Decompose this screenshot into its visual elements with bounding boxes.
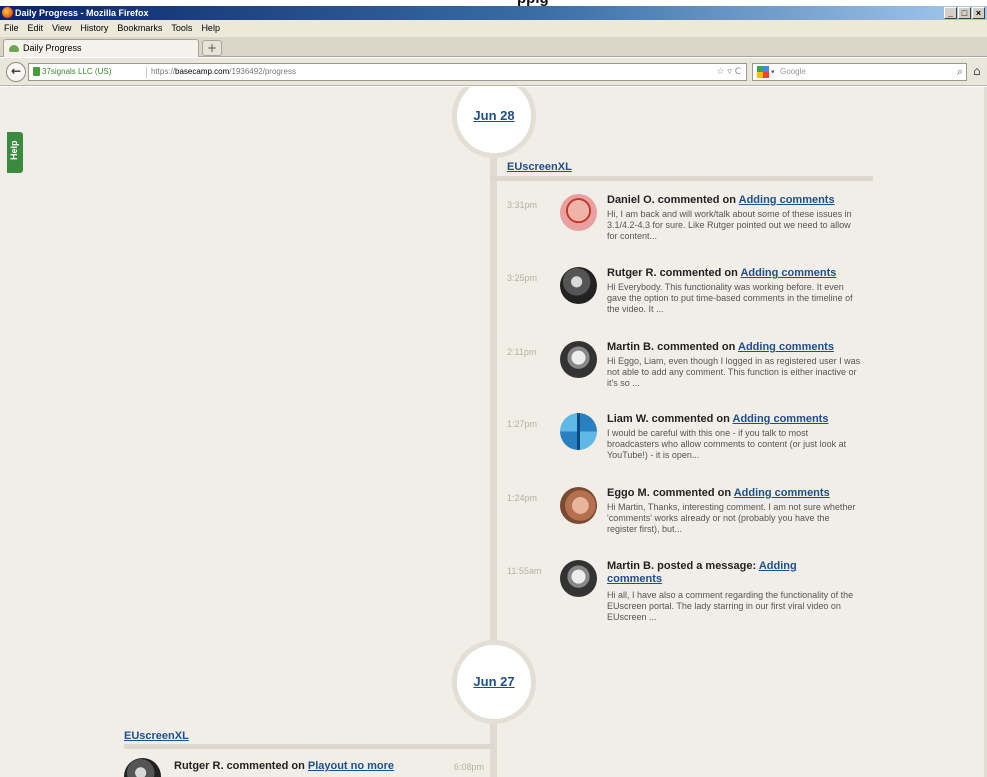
- date-link[interactable]: Jun 28: [473, 108, 514, 123]
- avatar[interactable]: [560, 194, 597, 231]
- minimize-button[interactable]: _: [944, 7, 957, 19]
- back-button[interactable]: ←: [6, 62, 26, 82]
- menu-history[interactable]: History: [80, 20, 108, 37]
- entry-headline: Daniel O. commented on Adding comments: [607, 194, 867, 207]
- entry-target-link[interactable]: Adding comments: [733, 413, 829, 425]
- menu-tools[interactable]: Tools: [171, 20, 192, 37]
- entry-time: 3:31pm: [507, 200, 538, 210]
- search-engine-dropdown-icon[interactable]: ▾: [771, 64, 775, 80]
- entry-verb: posted a message:: [657, 560, 757, 572]
- menubar: File Edit View History Bookmarks Tools H…: [0, 20, 987, 37]
- tab-label: Daily Progress: [23, 43, 82, 53]
- entry-excerpt[interactable]: Hi Everybody. This functionality was wor…: [607, 282, 862, 315]
- close-button[interactable]: ×: [972, 7, 985, 19]
- date-marker: Jun 27: [452, 640, 536, 724]
- entry-headline: Rutger R. commented on Adding comments: [607, 267, 867, 280]
- entry-target-link[interactable]: Adding comments: [740, 267, 836, 279]
- entry-author: Daniel O.: [607, 194, 655, 206]
- search-placeholder[interactable]: Google: [780, 64, 806, 80]
- entry-target-link[interactable]: Adding comments: [734, 487, 830, 499]
- entry-time: 1:27pm: [507, 419, 538, 429]
- entry-author: Liam W.: [607, 413, 649, 425]
- window-titlebar: Daily Progress - Mozilla Firefox _ □ ×: [0, 6, 987, 20]
- project-divider: [124, 744, 494, 749]
- project-link[interactable]: EUscreenXL: [124, 730, 189, 742]
- search-icon[interactable]: ⌕: [957, 64, 963, 80]
- menu-file[interactable]: File: [4, 20, 19, 37]
- entry-target-link[interactable]: Playout no more: [308, 760, 394, 772]
- basecamp-favicon-icon: [9, 45, 19, 52]
- entry-verb: commented on: [657, 341, 736, 353]
- entry-headline: Eggo M. commented on Adding comments: [607, 487, 867, 500]
- activity-entry: Rutger R. commented on Playout no more 6…: [124, 754, 494, 777]
- entry-excerpt[interactable]: Hi Eggo, Liam, even though I logged in a…: [607, 356, 862, 389]
- url-domain: basecamp.com: [175, 67, 230, 76]
- avatar[interactable]: [560, 413, 597, 450]
- menu-edit[interactable]: Edit: [28, 20, 44, 37]
- site-identity[interactable]: 37signals LLC (US): [42, 64, 111, 80]
- entry-headline: Rutger R. commented on Playout no more: [174, 760, 394, 772]
- entry-headline: Martin B. posted a message: Adding comme…: [607, 560, 817, 586]
- avatar[interactable]: [560, 341, 597, 378]
- avatar[interactable]: [560, 267, 597, 304]
- home-icon[interactable]: ⌂: [973, 64, 981, 78]
- tab-daily-progress[interactable]: Daily Progress: [3, 39, 199, 57]
- date-marker: Jun 28: [452, 87, 536, 158]
- progress-page: Help Jun 28 EUscreenXL 3:31pm Daniel O. …: [0, 87, 987, 777]
- url-bar-icons[interactable]: ☆ ▿ C: [716, 64, 741, 80]
- google-icon[interactable]: [757, 66, 769, 78]
- help-tab[interactable]: Help: [7, 132, 23, 173]
- entry-author: Martin B.: [607, 560, 655, 572]
- url-path: /1936492/progress: [229, 67, 296, 76]
- menu-bookmarks[interactable]: Bookmarks: [117, 20, 162, 37]
- maximize-button[interactable]: □: [958, 7, 971, 19]
- menu-help[interactable]: Help: [201, 20, 220, 37]
- url-separator: [146, 67, 147, 78]
- project-divider: [490, 176, 873, 181]
- entry-verb: commented on: [226, 760, 305, 772]
- help-label: Help: [9, 140, 19, 160]
- lock-icon: [33, 67, 40, 76]
- menu-view[interactable]: View: [52, 20, 71, 37]
- new-tab-button[interactable]: +: [202, 40, 222, 56]
- url-bar[interactable]: 37signals LLC (US) https://basecamp.com/…: [28, 63, 747, 81]
- entry-time: 6:08pm: [454, 762, 485, 772]
- entry-author: Martin B.: [607, 341, 655, 353]
- entry-author: Rutger R.: [174, 760, 224, 772]
- entry-headline: Martin B. commented on Adding comments: [607, 341, 867, 354]
- entry-excerpt[interactable]: I would be careful with this one - if yo…: [607, 428, 862, 461]
- entry-excerpt[interactable]: Hi Martin, Thanks, interesting comment. …: [607, 502, 862, 535]
- entry-author: Eggo M.: [607, 487, 650, 499]
- entry-target-link[interactable]: Adding comments: [739, 194, 835, 206]
- search-bar[interactable]: ▾ Google ⌕: [752, 63, 967, 81]
- entry-time: 3:25pm: [507, 273, 538, 283]
- entry-target-link[interactable]: Adding comments: [738, 341, 834, 353]
- entry-time: 11:55am: [507, 566, 542, 576]
- entry-verb: commented on: [652, 487, 732, 499]
- entry-excerpt[interactable]: Hi all, I have also a comment regarding …: [607, 590, 862, 623]
- url-text[interactable]: https://basecamp.com/1936492/progress: [151, 64, 296, 80]
- entry-author: Rutger R.: [607, 267, 657, 279]
- entry-time: 2:11pm: [507, 347, 537, 357]
- entry-verb: commented on: [657, 194, 736, 206]
- firefox-icon: [2, 7, 13, 18]
- entry-headline: Liam W. commented on Adding comments: [607, 413, 867, 426]
- entry-excerpt[interactable]: Hi, I am back and will work/talk about s…: [607, 209, 862, 242]
- navigation-bar: ← 37signals LLC (US) https://basecamp.co…: [0, 58, 987, 86]
- window-title: Daily Progress - Mozilla Firefox: [15, 8, 149, 18]
- entry-verb: commented on: [659, 267, 738, 279]
- entry-verb: commented on: [651, 413, 730, 425]
- window-controls: _ □ ×: [944, 7, 985, 19]
- date-link[interactable]: Jun 27: [473, 674, 514, 689]
- project-link[interactable]: EUscreenXL: [507, 161, 572, 173]
- avatar[interactable]: [560, 560, 597, 597]
- entry-time: 1:24pm: [507, 493, 538, 503]
- avatar[interactable]: [124, 758, 161, 777]
- url-prefix: https://: [151, 67, 176, 76]
- tab-bar: Daily Progress +: [0, 37, 987, 57]
- avatar[interactable]: [560, 487, 597, 524]
